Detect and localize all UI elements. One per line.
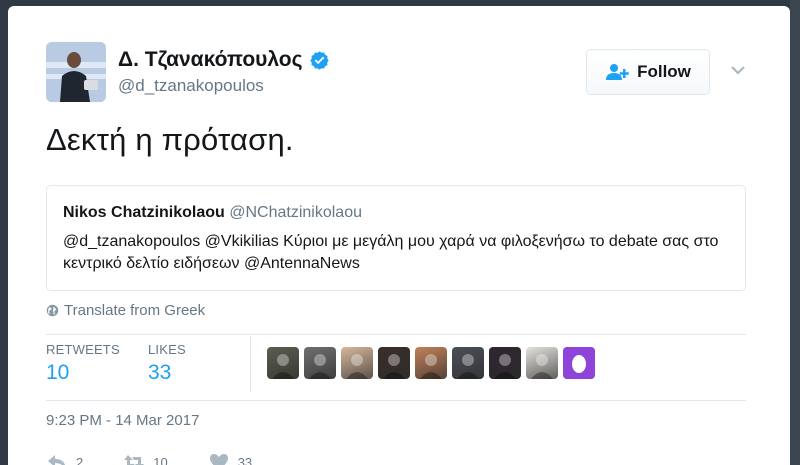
reply-icon [48,455,66,465]
retweet-icon [124,455,145,465]
quoted-tweet[interactable]: Nikos Chatzinikolaou @NChatzinikolaou @d… [46,185,746,291]
profile-photo-icon [494,354,516,379]
stats-divider-bottom [46,400,746,401]
stats-separator [250,336,251,392]
profile-photo-icon [272,354,294,379]
liker-avatar[interactable] [341,347,373,379]
profile-photo-icon [457,354,479,379]
translate-label: Translate from Greek [64,302,206,319]
profile-photo-icon [309,354,331,379]
likes-stat[interactable]: LIKES 33 [148,342,186,385]
reply-action[interactable]: 2 [46,452,83,465]
author-name-row[interactable]: Δ. Τζανακόπουλος [118,48,330,72]
liker-avatar[interactable] [304,347,336,379]
chevron-down-icon[interactable] [730,64,746,76]
author-block: Δ. Τζανακόπουλος @d_tzanakopoulos [118,48,330,96]
profile-photo-icon [531,354,553,379]
heart-icon [209,454,228,465]
author-handle[interactable]: @d_tzanakopoulos [118,76,330,96]
background-strip [790,0,800,465]
retweets-count: 10 [46,361,70,384]
quoted-author-handle: @NChatzinikolaou [229,204,362,221]
stats-divider-top [46,334,746,335]
add-user-icon [606,64,629,80]
liker-avatars [267,347,595,379]
liker-avatar[interactable] [267,347,299,379]
timestamp[interactable]: 9:23 PM - 14 Mar 2017 [46,412,199,429]
liker-avatar[interactable] [452,347,484,379]
like-count: 33 [237,454,253,465]
retweet-action[interactable]: 10 [123,452,168,465]
retweet-count: 10 [153,454,168,465]
avatar[interactable] [46,42,106,102]
translate-link[interactable]: Translate from Greek [46,302,205,319]
profile-photo-icon [383,354,405,379]
tweet-card: Δ. Τζανακόπουλος @d_tzanakopoulos Follow… [8,6,790,465]
quoted-header: Nikos Chatzinikolaou @NChatzinikolaou [63,204,729,222]
profile-photo-icon [420,354,442,379]
reply-count: 2 [76,454,84,465]
profile-photo-icon [346,354,368,379]
liker-avatar[interactable] [378,347,410,379]
liker-avatar[interactable] [489,347,521,379]
egg-avatar-icon [572,355,586,373]
globe-icon [46,304,59,317]
retweets-stat[interactable]: RETWEETS 10 [46,342,120,385]
tweet-text: Δεκτή η πρόταση. [46,122,294,157]
verified-badge-icon [309,50,329,70]
author-name[interactable]: Δ. Τζανακόπουλος [118,48,303,72]
liker-avatar[interactable] [415,347,447,379]
follow-button[interactable]: Follow [586,49,710,95]
quoted-text: @d_tzanakopoulos @Vkikilias Κύριοι με με… [63,233,719,272]
liker-avatar[interactable] [526,347,558,379]
like-action[interactable]: 33 [208,452,252,465]
likes-count: 33 [148,361,172,384]
liker-avatar[interactable] [563,347,595,379]
quoted-author-name: Nikos Chatzinikolaou [63,204,225,221]
follow-label: Follow [637,62,691,81]
tweet-actions: 2 10 33 [46,452,292,465]
likes-label: LIKES [148,342,186,357]
retweets-label: RETWEETS [46,342,120,357]
